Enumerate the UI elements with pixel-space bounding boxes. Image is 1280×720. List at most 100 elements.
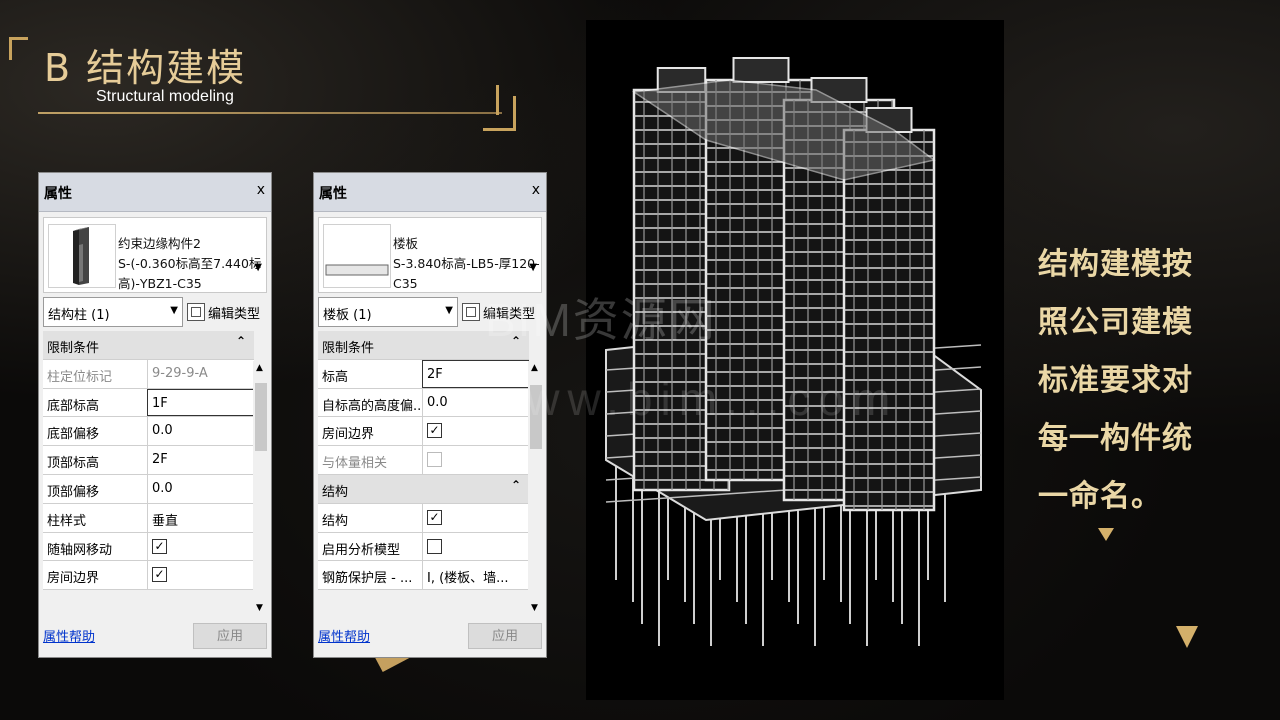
title-corner-bottom-right [483, 96, 516, 131]
instance-filter-dropdown[interactable]: 结构柱 (1) ▼ [43, 297, 183, 327]
checkbox-unchecked-icon [427, 452, 442, 468]
type-line: 楼板 [393, 236, 419, 251]
edit-type-label: 编辑类型 [208, 306, 261, 322]
apply-button[interactable]: 应用 [193, 623, 267, 649]
checkbox-checked-icon[interactable]: ✓ [152, 567, 167, 583]
property-group-row[interactable]: 结构 ⌃ [318, 474, 529, 504]
property-label: 随轴网移动 [47, 542, 113, 558]
properties-help-link[interactable]: 属性帮助 [43, 626, 95, 645]
type-selector-preview[interactable]: 约束边缘构件2 S-(-0.360标高至7.440标 高)-YBZ1-C35 ▼ [43, 217, 267, 293]
panel-title: 属性 [44, 186, 72, 202]
property-label: 底部标高 [47, 398, 100, 414]
property-row: 底部偏移 0.0 [43, 417, 254, 447]
property-label: 钢筋保护层 - ... [322, 571, 413, 587]
edit-type-button[interactable]: 编辑类型 [187, 297, 260, 327]
triangle-decoration-icon [368, 658, 410, 672]
properties-help-link[interactable]: 属性帮助 [318, 626, 370, 645]
chevron-down-icon[interactable]: ▼ [254, 262, 262, 273]
type-line: 约束边缘构件2 [118, 236, 201, 251]
property-checkbox-cell[interactable]: ✓ [422, 503, 529, 532]
chevron-down-icon[interactable]: ▼ [529, 262, 537, 273]
building-model-image [605, 57, 982, 646]
panel-header: 属性 x [314, 173, 546, 212]
scroll-up-icon[interactable]: ▲ [256, 363, 263, 373]
building-model-viewport [586, 20, 1004, 700]
property-label: 结构 [322, 513, 349, 529]
close-icon[interactable]: x [257, 182, 265, 198]
scrollbar[interactable]: ▲ ▼ [253, 361, 269, 615]
type-name: 约束边缘构件2 S-(-0.360标高至7.440标 高)-YBZ1-C35 [118, 234, 261, 294]
close-icon[interactable]: x [532, 182, 540, 198]
property-label: 标高 [322, 369, 349, 385]
property-value-cell[interactable]: 1F [147, 388, 254, 417]
property-grid: 限制条件 ⌃ 标高 2F 自标高的高度偏... 0.0 房间边界 ✓ 与体量相关 结构 ⌃ 结构 ✓ 启用… [318, 331, 529, 591]
floor-thumbnail-icon [323, 224, 391, 288]
property-checkbox-cell[interactable]: ✓ [147, 532, 254, 561]
property-row: 房间边界 ✓ [43, 561, 254, 591]
property-row: 启用分析模型 [318, 532, 529, 562]
property-value: 垂直 [152, 513, 179, 529]
property-grid: 限制条件 ⌃ 柱定位标记 9-29-9-A 底部标高 1F 底部偏移 0.0 顶部标高 2F 顶部偏… [43, 331, 254, 591]
scroll-down-icon[interactable]: ▼ [256, 603, 263, 613]
description-line: 结构建模按 [1038, 247, 1193, 282]
type-line: S-3.840标高-LB5-厚120- [393, 256, 540, 271]
property-value: 9-29-9-A [152, 365, 208, 381]
description-line: 照公司建模 [1038, 305, 1193, 340]
panel-header: 属性 x [39, 173, 271, 212]
property-checkbox-cell[interactable] [422, 532, 529, 561]
property-label: 顶部偏移 [47, 484, 100, 500]
property-checkbox-cell[interactable]: ✓ [147, 561, 254, 590]
collapse-icon[interactable]: ⌃ [511, 478, 521, 492]
property-label: 启用分析模型 [322, 542, 401, 558]
property-row: 钢筋保护层 - ... I, (楼板、墙... [318, 561, 529, 591]
scrollbar-thumb[interactable] [255, 383, 267, 451]
title-corner-top-left [9, 37, 28, 60]
checkbox-unchecked-icon[interactable] [427, 538, 442, 554]
property-value: 0.0 [152, 423, 173, 439]
property-value-cell[interactable]: 垂直 [147, 503, 254, 532]
property-row: 底部标高 1F [43, 388, 254, 418]
property-value: 0.0 [427, 394, 448, 410]
property-row: 与体量相关 [318, 446, 529, 475]
checkbox-checked-icon[interactable]: ✓ [427, 509, 442, 525]
property-value: 2F [152, 452, 168, 468]
property-label: 柱样式 [47, 513, 87, 529]
property-label: 与体量相关 [322, 456, 388, 472]
type-selector-preview[interactable]: 楼板 S-3.840标高-LB5-厚120- C35 ▼ [318, 217, 542, 293]
type-line: S-(-0.360标高至7.440标 [118, 256, 262, 271]
property-label: 房间边界 [47, 571, 100, 587]
type-line: 高)-YBZ1-C35 [118, 276, 202, 291]
property-value-cell[interactable]: 0.0 [147, 474, 254, 503]
panel-title: 属性 [319, 186, 347, 202]
description-text: 结构建模按 照公司建模 标准要求对 每一构件统 一命名。 [1038, 236, 1218, 526]
edit-type-icon [187, 303, 205, 321]
property-row: 柱定位标记 9-29-9-A [43, 359, 254, 389]
watermark: BIM资源网 [485, 294, 717, 346]
property-value-cell[interactable]: 0.0 [147, 417, 254, 446]
property-label: 房间边界 [322, 427, 375, 443]
property-value: 2F [427, 366, 443, 382]
property-row: 顶部偏移 0.0 [43, 474, 254, 504]
property-value-cell[interactable]: 2F [147, 446, 254, 474]
property-group-row[interactable]: 限制条件 ⌃ [43, 331, 254, 360]
description-line: 一命名。 [1038, 479, 1162, 514]
slide-title: B 结构建模 [44, 46, 247, 90]
property-group-label: 结构 [322, 484, 349, 500]
scroll-down-icon[interactable]: ▼ [531, 603, 538, 613]
checkbox-checked-icon[interactable]: ✓ [152, 538, 167, 554]
property-value: 0.0 [152, 480, 173, 496]
property-row: 结构 ✓ [318, 503, 529, 533]
apply-button[interactable]: 应用 [468, 623, 542, 649]
property-label: 底部偏移 [47, 427, 100, 443]
property-group-label: 限制条件 [47, 341, 100, 356]
property-value-cell[interactable]: I, (楼板、墙... [422, 561, 529, 590]
property-group-label: 限制条件 [322, 341, 375, 356]
checkbox-checked-icon[interactable]: ✓ [427, 423, 442, 439]
chevron-down-icon[interactable]: ▼ [445, 305, 453, 316]
instance-filter-value: 结构柱 (1) [48, 308, 110, 323]
property-value: I, (楼板、墙... [427, 571, 509, 587]
properties-panel-column: 属性 x 约束边缘构件2 S-(-0.360标高至7.440标 高)-YBZ1-… [38, 172, 272, 658]
instance-filter-dropdown[interactable]: 楼板 (1) ▼ [318, 297, 458, 327]
collapse-icon[interactable]: ⌃ [236, 334, 246, 348]
chevron-down-icon[interactable]: ▼ [170, 305, 178, 316]
